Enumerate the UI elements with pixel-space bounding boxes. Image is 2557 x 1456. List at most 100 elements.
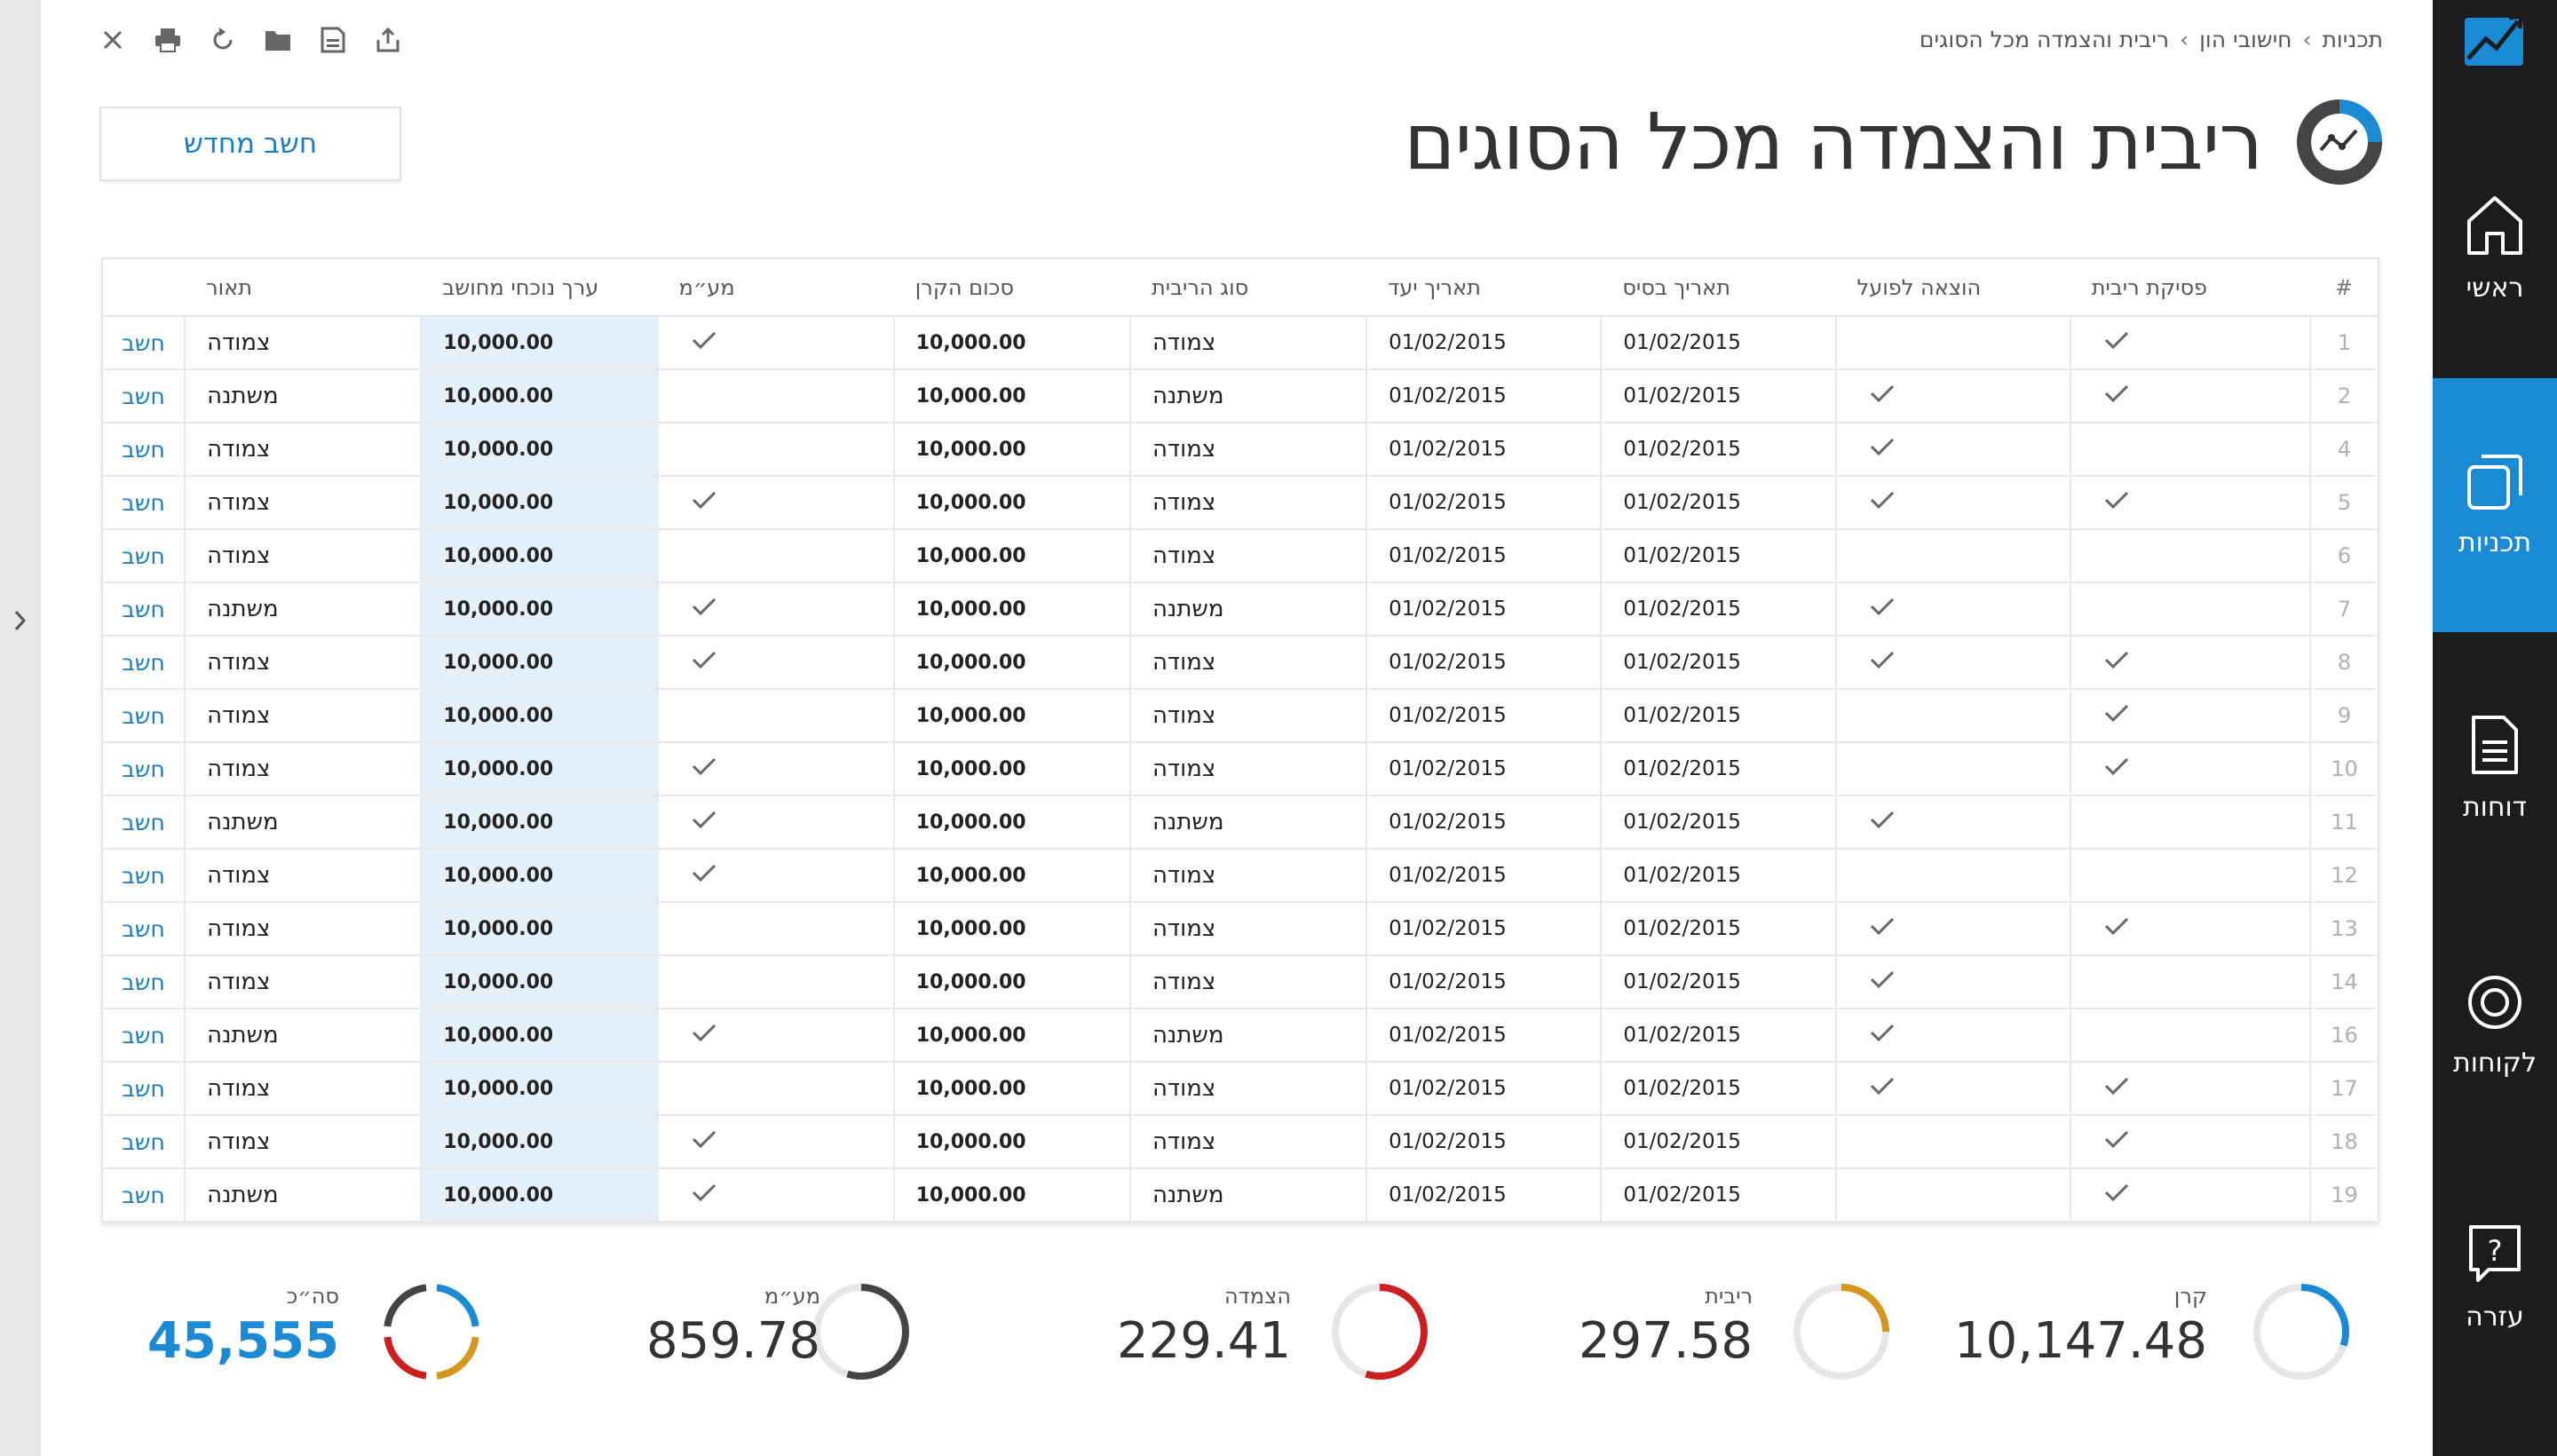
table-row[interactable]: 19 01/02/2015 01/02/2015 משתנה 10,000.00 10,0… (103, 1167, 2378, 1223)
calc-button[interactable]: חשב (122, 384, 165, 409)
base-date[interactable]: 01/02/2015 (1600, 741, 1837, 796)
stop-check[interactable] (2069, 528, 2311, 583)
base-date[interactable]: 01/02/2015 (1600, 1167, 1837, 1223)
interest-type[interactable]: משתנה (1128, 1167, 1368, 1223)
column-header-current[interactable]: ערך נוכחי מחושב (421, 259, 658, 317)
target-date[interactable]: 01/02/2015 (1366, 901, 1603, 956)
table-row[interactable]: 16 01/02/2015 01/02/2015 משתנה 10,000.00 10,0… (103, 1008, 2378, 1063)
interest-type[interactable]: משתנה (1128, 368, 1368, 423)
target-date[interactable]: 01/02/2015 (1366, 741, 1603, 796)
calc-button[interactable]: חשב (122, 703, 165, 729)
base-date[interactable]: 01/02/2015 (1600, 1008, 1837, 1063)
current-value[interactable]: 10,000.00 (420, 901, 659, 956)
share-icon[interactable] (373, 25, 403, 55)
principal-amount[interactable]: 10,000.00 (892, 1008, 1131, 1063)
calc-button[interactable]: חשב (122, 756, 165, 782)
vat-check[interactable] (656, 954, 895, 1009)
chevron-right-icon[interactable] (11, 607, 30, 634)
target-date[interactable]: 01/02/2015 (1366, 635, 1603, 690)
calc-button[interactable]: חשב (122, 1076, 165, 1102)
stop-check[interactable] (2069, 475, 2311, 530)
target-date[interactable]: 01/02/2015 (1366, 1114, 1603, 1169)
interest-type[interactable]: צמודה (1128, 688, 1368, 743)
current-value[interactable]: 10,000.00 (420, 528, 659, 583)
vat-check[interactable] (656, 901, 895, 956)
current-value[interactable]: 10,000.00 (420, 848, 659, 903)
table-row[interactable]: 2 01/02/2015 01/02/2015 משתנה 10,000.00 10,00… (103, 368, 2378, 423)
interest-type[interactable]: משתנה (1128, 582, 1368, 637)
stop-check[interactable] (2069, 954, 2311, 1009)
principal-amount[interactable]: 10,000.00 (892, 1061, 1131, 1116)
principal-amount[interactable]: 10,000.00 (892, 315, 1131, 370)
description[interactable]: צמודה (184, 475, 423, 530)
target-date[interactable]: 01/02/2015 (1366, 315, 1603, 370)
table-row[interactable]: 7 01/02/2015 01/02/2015 משתנה 10,000.00 10,00… (103, 582, 2378, 637)
principal-amount[interactable]: 10,000.00 (892, 635, 1131, 690)
principal-amount[interactable]: 10,000.00 (892, 954, 1131, 1009)
interest-type[interactable]: צמודה (1128, 848, 1368, 903)
column-header-principal[interactable]: סכום הקרן (893, 259, 1130, 317)
actual-check[interactable] (1834, 688, 2071, 743)
calc-button[interactable]: חשב (122, 330, 165, 356)
stop-check[interactable] (2069, 1008, 2311, 1063)
current-value[interactable]: 10,000.00 (420, 368, 659, 423)
interest-type[interactable]: צמודה (1128, 1114, 1368, 1169)
description[interactable]: צמודה (184, 315, 423, 370)
principal-amount[interactable]: 10,000.00 (892, 528, 1131, 583)
base-date[interactable]: 01/02/2015 (1600, 582, 1837, 637)
calc-button[interactable]: חשב (122, 810, 165, 835)
vat-check[interactable] (656, 582, 895, 637)
principal-amount[interactable]: 10,000.00 (892, 1167, 1131, 1223)
stop-check[interactable] (2069, 848, 2311, 903)
vat-check[interactable] (656, 1008, 895, 1063)
stop-check[interactable] (2069, 901, 2311, 956)
description[interactable]: צמודה (184, 848, 423, 903)
table-row[interactable]: 9 01/02/2015 01/02/2015 צמודה 10,000.00 10,00… (103, 688, 2378, 743)
principal-amount[interactable]: 10,000.00 (892, 475, 1131, 530)
table-row[interactable]: 5 01/02/2015 01/02/2015 צמודה 10,000.00 10,00… (103, 475, 2378, 530)
current-value[interactable]: 10,000.00 (420, 954, 659, 1009)
actual-check[interactable] (1834, 635, 2071, 690)
vat-check[interactable] (656, 422, 895, 477)
current-value[interactable]: 10,000.00 (420, 795, 659, 850)
table-row[interactable]: 13 01/02/2015 01/02/2015 צמודה 10,000.00 10,0… (103, 901, 2378, 956)
stop-check[interactable] (2069, 1061, 2311, 1116)
current-value[interactable]: 10,000.00 (420, 1114, 659, 1169)
close-icon[interactable] (98, 25, 128, 55)
table-row[interactable]: 11 01/02/2015 01/02/2015 משתנה 10,000.00 10,0… (103, 795, 2378, 850)
table-row[interactable]: 10 01/02/2015 01/02/2015 צמודה 10,000.00 10,0… (103, 741, 2378, 796)
current-value[interactable]: 10,000.00 (420, 635, 659, 690)
actual-check[interactable] (1834, 475, 2071, 530)
vat-check[interactable] (656, 1167, 895, 1223)
target-date[interactable]: 01/02/2015 (1366, 528, 1603, 583)
stop-check[interactable] (2069, 688, 2311, 743)
actual-check[interactable] (1834, 848, 2071, 903)
base-date[interactable]: 01/02/2015 (1600, 954, 1837, 1009)
stop-check[interactable] (2069, 795, 2311, 850)
description[interactable]: צמודה (184, 901, 423, 956)
stop-check[interactable] (2069, 422, 2311, 477)
actual-check[interactable] (1834, 1008, 2071, 1063)
description[interactable]: צמודה (184, 422, 423, 477)
table-row[interactable]: 4 01/02/2015 01/02/2015 צמודה 10,000.00 10,00… (103, 422, 2378, 477)
target-date[interactable]: 01/02/2015 (1366, 368, 1603, 423)
actual-check[interactable] (1834, 1114, 2071, 1169)
vat-check[interactable] (656, 475, 895, 530)
app-logo[interactable] (2459, 5, 2530, 75)
calc-button[interactable]: חשב (122, 1129, 165, 1155)
description[interactable]: משתנה (184, 1167, 423, 1223)
table-row[interactable]: 18 01/02/2015 01/02/2015 צמודה 10,000.00 10,0… (103, 1114, 2378, 1169)
vat-check[interactable] (656, 688, 895, 743)
principal-amount[interactable]: 10,000.00 (892, 795, 1131, 850)
principal-amount[interactable]: 10,000.00 (892, 422, 1131, 477)
vat-check[interactable] (656, 1061, 895, 1116)
current-value[interactable]: 10,000.00 (420, 475, 659, 530)
base-date[interactable]: 01/02/2015 (1600, 688, 1837, 743)
current-value[interactable]: 10,000.00 (420, 1167, 659, 1223)
principal-amount[interactable]: 10,000.00 (892, 582, 1131, 637)
target-date[interactable]: 01/02/2015 (1366, 475, 1603, 530)
table-row[interactable]: 8 01/02/2015 01/02/2015 צמודה 10,000.00 10,00… (103, 635, 2378, 690)
principal-amount[interactable]: 10,000.00 (892, 848, 1131, 903)
actual-check[interactable] (1834, 582, 2071, 637)
description[interactable]: משתנה (184, 795, 423, 850)
